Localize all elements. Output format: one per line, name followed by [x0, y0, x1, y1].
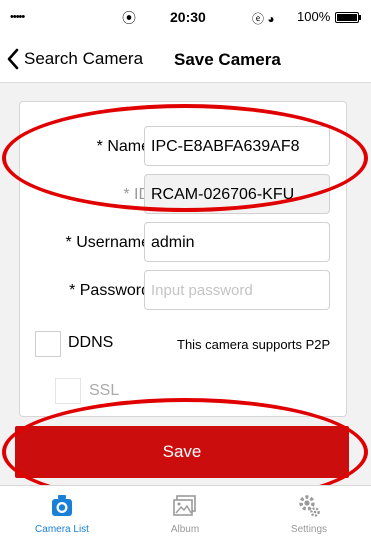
- tab-camera-list-label: Camera List: [35, 524, 89, 535]
- wifi-icon: ⦿: [122, 10, 136, 26]
- name-label: * Name: [96, 138, 150, 155]
- tab-camera-list[interactable]: Camera List: [12, 486, 112, 538]
- id-field: RCAM-026706-KFU: [144, 174, 330, 214]
- battery-icon: [335, 12, 361, 23]
- tab-bar: Camera List Album Settings: [0, 485, 371, 538]
- tab-settings[interactable]: Settings: [259, 486, 359, 538]
- name-row: * Name IPC-E8ABFA639AF8: [20, 126, 346, 168]
- username-field[interactable]: admin: [144, 222, 330, 262]
- password-label: * Password: [69, 282, 150, 299]
- battery-percent: 100%: [297, 9, 331, 24]
- back-button[interactable]: Search Camera: [6, 46, 143, 72]
- camera-form: * Name IPC-E8ABFA639AF8 * ID RCAM-026706…: [19, 101, 347, 417]
- ddns-checkbox[interactable]: [35, 331, 61, 357]
- status-bar: ••••• ⦿ 20:30 ⓔ ◕ 100%: [0, 0, 371, 36]
- status-time: 20:30: [170, 9, 206, 25]
- tab-album-label: Album: [170, 524, 200, 535]
- name-field[interactable]: IPC-E8ABFA639AF8: [144, 126, 330, 166]
- tab-album[interactable]: Album: [135, 486, 235, 538]
- status-icons: ⓔ ◕: [252, 12, 275, 26]
- password-field[interactable]: Input password: [144, 270, 330, 310]
- ddns-label: DDNS: [68, 334, 114, 351]
- tab-settings-label: Settings: [290, 524, 328, 535]
- username-label: * Username: [65, 234, 150, 251]
- navigation-bar: Search Camera Save Camera: [0, 36, 371, 83]
- id-row: * ID RCAM-026706-KFU: [20, 174, 346, 216]
- username-row: * Username admin: [20, 222, 346, 264]
- ssl-checkbox[interactable]: [55, 378, 81, 404]
- save-button[interactable]: Save: [15, 426, 349, 478]
- signal-strength-icon: •••••: [10, 11, 25, 23]
- album-icon: [173, 495, 196, 516]
- p2p-support-note: This camera supports P2P: [177, 337, 331, 352]
- back-button-label: Search Camera: [24, 49, 144, 68]
- page-title: Save Camera: [174, 50, 281, 69]
- settings-icon: [299, 495, 320, 517]
- chevron-left-icon: [7, 48, 19, 70]
- password-row: * Password Input password: [20, 270, 346, 312]
- ssl-label: SSL: [89, 382, 120, 399]
- camera-icon: [52, 495, 72, 516]
